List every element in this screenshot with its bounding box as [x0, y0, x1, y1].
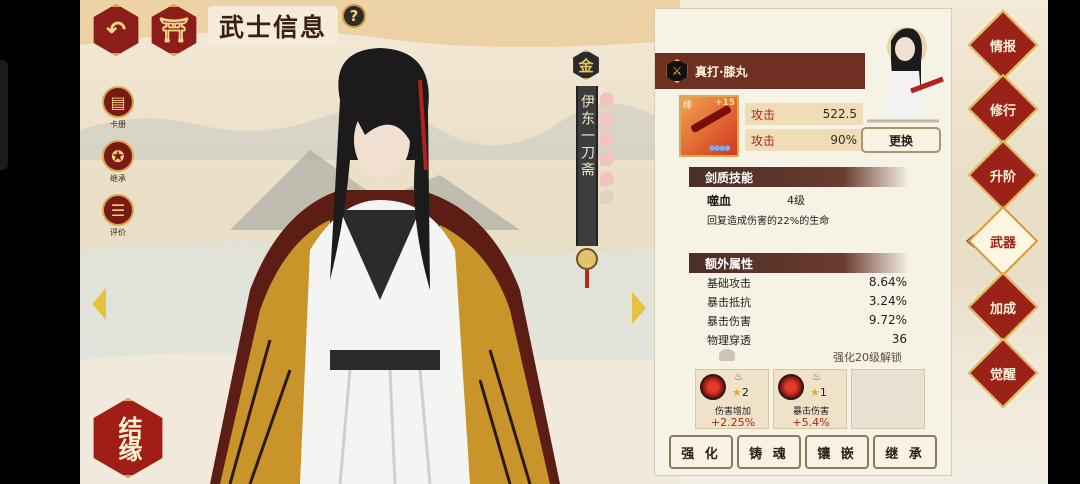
- chibi-character-icon: [867, 27, 944, 123]
- skill-level: 4级: [787, 194, 805, 207]
- pentagram-icon: ✪: [102, 140, 134, 172]
- extra-attr-section-header: 额外属性: [689, 253, 909, 273]
- gem-stars: ★2: [732, 386, 749, 399]
- weapon-grade-tag: 绯: [683, 101, 693, 111]
- device-notch: [0, 60, 8, 170]
- gem-slot-empty[interactable]: [851, 369, 925, 429]
- unlock-note: 强化20级解锁: [833, 351, 902, 364]
- forge-soul-button[interactable]: 铸 魂: [737, 435, 801, 469]
- stat-value: 522.5: [822, 107, 857, 121]
- gem-value: +2.25%: [710, 416, 756, 429]
- petal-icon: [600, 132, 614, 146]
- side-item-label: 卡册: [110, 120, 126, 129]
- gem-slot[interactable]: ♨ ★1 暴击伤害 +5.4%: [773, 369, 847, 429]
- star-icon: ★: [732, 386, 742, 399]
- side-item-label: 评价: [110, 228, 126, 237]
- attr-row: 暴击伤害 9.72%: [707, 313, 907, 329]
- side-item-card-album[interactable]: ▤ 卡册: [98, 86, 138, 130]
- tab-label: 觉醒: [989, 368, 1016, 383]
- soul-dots-icon: ●●●●: [709, 144, 730, 152]
- attr-value: 36: [891, 332, 907, 346]
- tab-label: 加成: [989, 302, 1016, 317]
- device-bezel-right: [1048, 0, 1080, 484]
- weapon-card[interactable]: 绯 +15 ●●●●: [679, 95, 739, 157]
- tassel-cord: [585, 270, 589, 288]
- device-bezel-left: [0, 0, 80, 484]
- tab-label: 情报: [989, 40, 1016, 55]
- swap-weapon-button[interactable]: 更换: [861, 127, 941, 153]
- game-screen: ↶ ⛩ 武士信息 ? ▤ 卡册 ✪ 继承 ☰ 评价 金 伊东一刀斋 ⚔ 真打·膝…: [80, 0, 1048, 484]
- tab-label: 修行: [989, 104, 1016, 119]
- attr-label: 暴击伤害: [707, 315, 751, 328]
- attr-label: 物理穿透: [707, 334, 751, 347]
- attr-value: 9.72%: [868, 313, 907, 327]
- page-title: 武士信息: [218, 13, 327, 42]
- side-item-inherit[interactable]: ✪ 继承: [98, 140, 138, 184]
- section-title: 额外属性: [705, 257, 754, 271]
- enhance-button[interactable]: 强 化: [669, 435, 733, 469]
- character-name: 伊东一刀斋: [579, 94, 595, 179]
- petal-icon: [600, 190, 614, 204]
- weapon-stat-row: 攻击 90%: [745, 129, 863, 151]
- petal-icon: [600, 92, 614, 106]
- weapon-name: 真打·膝丸: [695, 65, 748, 79]
- swirl-icon: ♨: [812, 372, 821, 383]
- tab-label: 武器: [989, 236, 1016, 251]
- gem-value: +5.4%: [792, 416, 830, 429]
- back-button[interactable]: ↶: [93, 4, 139, 56]
- inherit-button[interactable]: 继 承: [873, 435, 937, 469]
- skill-section-header: 剑质技能: [689, 167, 909, 187]
- attr-row: 物理穿透 36: [707, 332, 907, 348]
- stat-label: 攻击: [751, 133, 776, 148]
- card-album-icon: ▤: [102, 86, 134, 118]
- comment-icon: ☰: [102, 194, 134, 226]
- prev-character-arrow[interactable]: [92, 288, 106, 320]
- back-arrow-icon: ↶: [105, 16, 127, 44]
- swirl-icon: ♨: [734, 372, 743, 383]
- tassel-icon: [576, 248, 598, 270]
- weapon-stat-row: 攻击 522.5: [745, 103, 863, 125]
- skill-name: 噬血: [707, 194, 732, 208]
- bond-label: 结缘: [114, 416, 143, 460]
- tab-label: 升阶: [989, 170, 1016, 185]
- attr-row: 基础攻击 8.64%: [707, 275, 907, 291]
- side-item-label: 继承: [110, 174, 126, 183]
- character-name-scroll: 伊东一刀斋: [576, 86, 598, 246]
- help-button[interactable]: ?: [342, 4, 366, 28]
- petal-icon: [600, 152, 614, 166]
- lock-icon: [719, 349, 735, 361]
- gem-star-count: 1: [819, 386, 827, 399]
- petal-icon: [600, 172, 614, 186]
- gem-slot[interactable]: ♨ ★2 伤害增加 +2.25%: [695, 369, 769, 429]
- attr-label: 暴击抵抗: [707, 296, 751, 309]
- stat-label: 攻击: [751, 107, 776, 122]
- inlay-button[interactable]: 镶 嵌: [805, 435, 869, 469]
- gem-icon: [778, 374, 804, 400]
- attr-value: 3.24%: [868, 294, 907, 308]
- blade-icon: [689, 104, 733, 134]
- stat-value: 90%: [830, 133, 857, 147]
- gate-icon: ⛩: [158, 16, 190, 44]
- attr-label: 基础攻击: [707, 277, 751, 290]
- character-illustration: [210, 48, 560, 484]
- petal-icon: [600, 112, 614, 126]
- gem-star-count: 2: [741, 386, 749, 399]
- attr-row: 暴击抵抗 3.24%: [707, 294, 907, 310]
- weapon-info-panel: ⚔ 真打·膝丸 绯 +15 ●●●● 攻击 522.5 攻击 90% 更换 剑质…: [654, 8, 952, 476]
- next-character-arrow[interactable]: [632, 292, 646, 324]
- star-icon: ★: [810, 386, 820, 399]
- gem-icon: [700, 374, 726, 400]
- section-title: 剑质技能: [705, 171, 754, 185]
- gem-stars: ★1: [810, 386, 827, 399]
- attr-value: 8.64%: [868, 275, 907, 289]
- side-item-review[interactable]: ☰ 评价: [98, 194, 138, 238]
- skill-description: 回复造成伤害的22%的生命: [707, 216, 830, 227]
